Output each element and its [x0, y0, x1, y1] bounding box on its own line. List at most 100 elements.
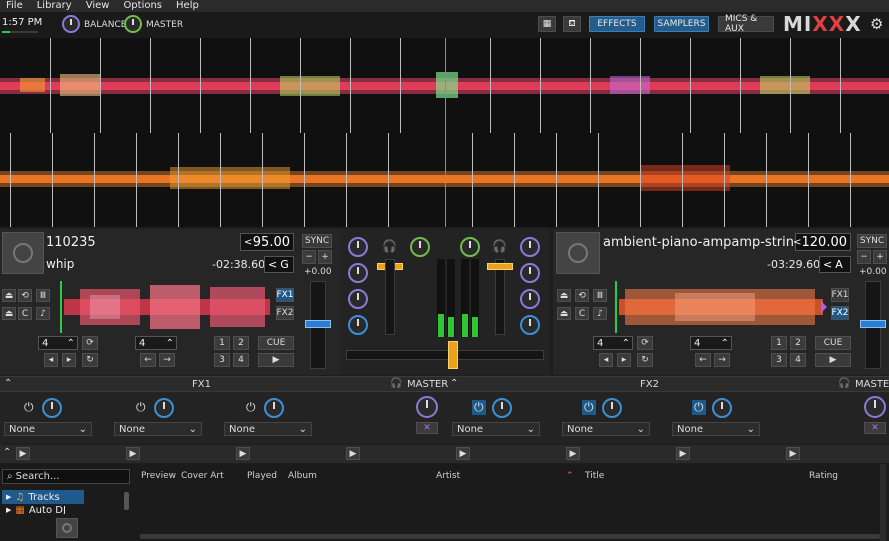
- menu-help[interactable]: Help: [176, 0, 199, 12]
- waveform-overview[interactable]: [0, 38, 889, 227]
- fx1-collapse-icon[interactable]: ⌃: [4, 378, 12, 389]
- fx2-slot1-knob[interactable]: [492, 398, 512, 418]
- mics-aux-button[interactable]: MICS & AUX: [718, 14, 774, 34]
- deck1-note-icon[interactable]: ♪: [36, 307, 50, 320]
- deck1-eq-high-knob[interactable]: [348, 263, 368, 283]
- deck2-beatjump-spinner[interactable]: 4 ⌃: [690, 336, 732, 350]
- deck1-loop-icon[interactable]: C: [18, 307, 32, 320]
- fx2-slot1-power-icon[interactable]: ⏻: [472, 400, 486, 415]
- deck2-play-button[interactable]: ▶: [815, 353, 851, 367]
- deck1-eject2-icon[interactable]: ⏏: [2, 307, 16, 320]
- column-rating[interactable]: Rating: [809, 471, 838, 481]
- fx1-slot1-select[interactable]: None ⌄: [4, 422, 92, 436]
- deck1-hotcue-1[interactable]: 1: [214, 336, 230, 350]
- deck2-cue-button[interactable]: CUE: [815, 336, 851, 350]
- deck2-jump-back-icon[interactable]: ←: [695, 353, 711, 367]
- fx2-slot3-select[interactable]: None ⌄: [672, 422, 760, 436]
- column-album[interactable]: Album: [288, 471, 317, 481]
- master-gain-knob[interactable]: [124, 15, 142, 33]
- balance-knob[interactable]: [62, 15, 80, 33]
- deck1-rate-up[interactable]: +: [318, 250, 332, 264]
- deck1-eq-mid-knob[interactable]: [348, 289, 368, 309]
- deck1-pregain-knob[interactable]: [410, 237, 430, 257]
- deck1-sync-button[interactable]: SYNC: [302, 234, 332, 248]
- fx1-slot1-knob[interactable]: [42, 398, 62, 418]
- deck2-hotcue-3[interactable]: 3: [771, 353, 787, 367]
- deck2-fx2-button[interactable]: FX2: [831, 306, 849, 320]
- deck2-loop-toggle-icon[interactable]: ⟳: [637, 336, 653, 350]
- deck1-fx1-button[interactable]: FX1: [276, 288, 294, 302]
- deck1-headphone-icon[interactable]: 🎧: [382, 239, 397, 253]
- deck1-loop-in-icon[interactable]: ◂: [44, 353, 58, 367]
- crossfader[interactable]: [346, 350, 544, 360]
- deck2-reloop-icon[interactable]: ↻: [637, 353, 653, 367]
- library-horizontal-scrollbar[interactable]: [140, 534, 880, 539]
- fx1-slot3-select[interactable]: None ⌄: [224, 422, 312, 436]
- fx1-slot2-select[interactable]: None ⌄: [114, 422, 202, 436]
- deck1-volume-fader[interactable]: [385, 259, 395, 335]
- sampler8-play-icon[interactable]: ▶: [786, 447, 800, 460]
- menu-library[interactable]: Library: [37, 0, 72, 12]
- deck2-eject2-icon[interactable]: ⏏: [557, 307, 571, 320]
- crossfader-handle[interactable]: [448, 341, 458, 369]
- sidebar-item-autodj[interactable]: ▶ ▦ Auto DJ: [2, 506, 84, 514]
- deck2-loop-icon[interactable]: C: [575, 307, 589, 320]
- deck2-bpm[interactable]: <120.00: [793, 233, 851, 251]
- deck1-repeat-icon[interactable]: ⟲: [18, 289, 32, 302]
- fx2-headphone-icon[interactable]: 🎧: [838, 378, 850, 389]
- deck1-rate-down[interactable]: −: [302, 250, 316, 264]
- deck2-hotcue-4[interactable]: 4: [790, 353, 806, 367]
- sidebar-scrollbar[interactable]: [124, 492, 129, 510]
- gear-icon[interactable]: ⚙: [870, 15, 883, 33]
- menu-view[interactable]: View: [86, 0, 110, 12]
- fx2-slot2-knob[interactable]: [602, 398, 622, 418]
- deck2-repeat-icon[interactable]: ⟲: [575, 289, 589, 302]
- deck2-key[interactable]: < A: [819, 256, 851, 273]
- fx2-slot3-power-icon[interactable]: ⏻: [692, 400, 706, 415]
- deck1-jump-forward-icon[interactable]: →: [159, 353, 175, 367]
- fx1-slot3-knob[interactable]: [264, 398, 284, 418]
- deck2-volume-fader[interactable]: [495, 259, 505, 335]
- effects-button[interactable]: EFFECTS: [589, 16, 645, 32]
- deck1-cover-art[interactable]: [2, 232, 44, 274]
- sampler6-play-icon[interactable]: ▶: [566, 447, 580, 460]
- deck2-jump-forward-icon[interactable]: →: [714, 353, 730, 367]
- deck1-hotcue-2[interactable]: 2: [233, 336, 249, 350]
- menu-options[interactable]: Options: [123, 0, 162, 12]
- deck2-loop-in-icon[interactable]: ◂: [599, 353, 613, 367]
- deck2-volume-handle[interactable]: [487, 263, 513, 270]
- sampler-collapse-icon[interactable]: ⌃: [3, 447, 11, 458]
- deck1-bars-icon[interactable]: Ⅲ: [36, 289, 50, 302]
- deck2-hotcue-1[interactable]: 1: [771, 336, 787, 350]
- deck1-hotcue-3[interactable]: 3: [214, 353, 230, 367]
- deck1-loop-out-icon[interactable]: ▸: [62, 353, 76, 367]
- sampler7-play-icon[interactable]: ▶: [676, 447, 690, 460]
- fx1-mix-knob[interactable]: [416, 396, 438, 418]
- deck1-rate-slider[interactable]: [305, 281, 331, 369]
- deck1-eject-icon[interactable]: ⏏: [2, 289, 16, 302]
- library-vertical-scrollbar[interactable]: [880, 464, 886, 541]
- column-preview[interactable]: Preview: [141, 471, 176, 481]
- fx2-slot1-select[interactable]: None ⌄: [452, 422, 540, 436]
- column-cover-art[interactable]: Cover Art: [181, 471, 224, 481]
- fx1-slot2-knob[interactable]: [154, 398, 174, 418]
- deck1-bpm[interactable]: <95.00: [240, 233, 294, 251]
- deck1-fx2-button[interactable]: FX2: [276, 306, 294, 320]
- deck1-hotcue-4[interactable]: 4: [233, 353, 249, 367]
- deck1-rate-handle[interactable]: [305, 320, 331, 328]
- deck2-sync-button[interactable]: SYNC: [857, 234, 887, 248]
- fx2-slot2-select[interactable]: None ⌄: [562, 422, 650, 436]
- keyboard-icon[interactable]: ▦: [538, 16, 556, 32]
- sampler3-play-icon[interactable]: ▶: [236, 447, 250, 460]
- deck2-rate-up[interactable]: +: [873, 250, 887, 264]
- deck2-rate-slider[interactable]: [860, 281, 886, 369]
- deck2-mini-waveform[interactable]: [615, 281, 827, 333]
- deck2-bars-icon[interactable]: Ⅲ: [593, 289, 607, 302]
- deck2-rate-down[interactable]: −: [857, 250, 871, 264]
- deck1-eq-low-knob[interactable]: [348, 315, 368, 335]
- deck2-loop-out-icon[interactable]: ▸: [617, 353, 631, 367]
- deck2-headphone-icon[interactable]: 🎧: [492, 239, 507, 253]
- menu-file[interactable]: File: [6, 0, 23, 12]
- column-played[interactable]: Played: [247, 471, 277, 481]
- fx2-collapse-icon[interactable]: ⌃: [450, 378, 458, 389]
